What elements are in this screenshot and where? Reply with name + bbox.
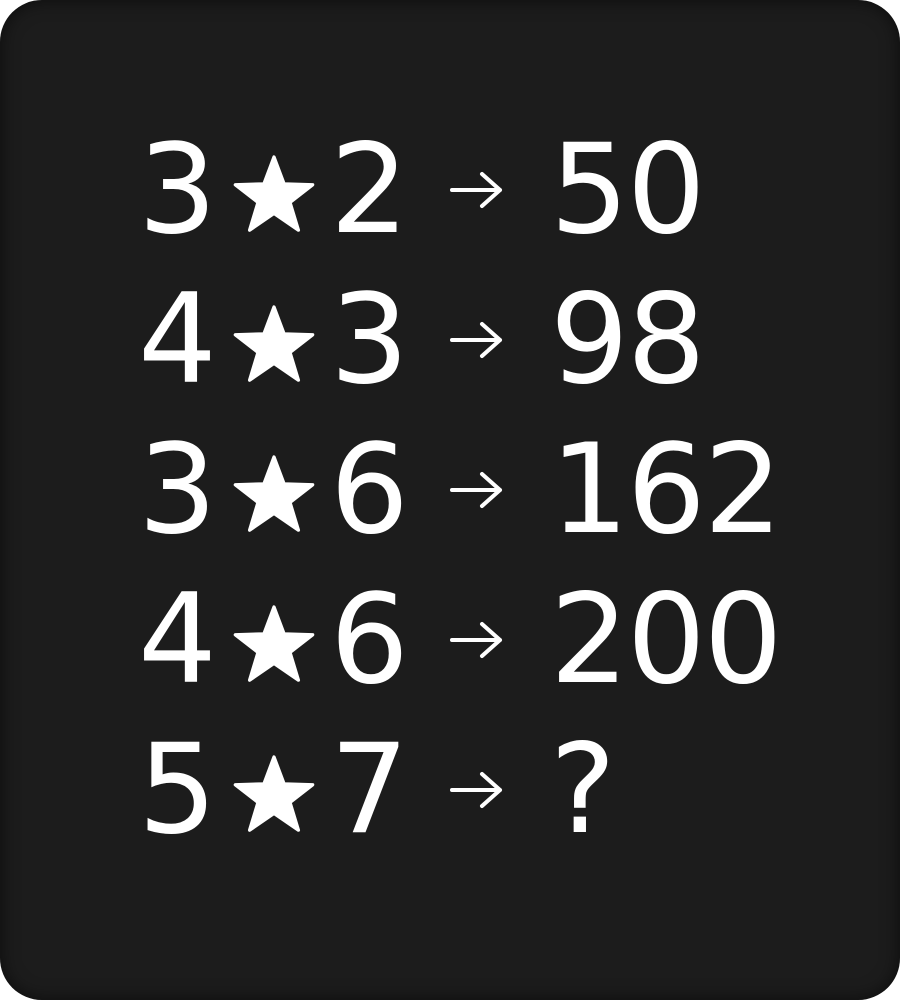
result-value: 98 <box>550 268 706 412</box>
star-icon <box>232 752 316 836</box>
left-operand: 5 <box>138 718 217 862</box>
right-arrow-icon <box>448 468 506 512</box>
result-value: 50 <box>550 118 706 262</box>
equation-row-2: 4 3 98 <box>0 268 900 412</box>
equation-row-1: 3 2 50 <box>0 118 900 262</box>
star-icon <box>232 152 316 236</box>
star-icon <box>232 602 316 686</box>
right-operand: 2 <box>330 118 409 262</box>
result-value: ? <box>550 718 616 862</box>
right-arrow-icon <box>448 318 506 362</box>
result-value: 200 <box>550 568 783 712</box>
right-operand: 7 <box>330 718 409 862</box>
left-operand: 3 <box>138 118 217 262</box>
left-operand: 4 <box>138 268 217 412</box>
right-arrow-icon <box>448 768 506 812</box>
equation-row-5: 5 7 ? <box>0 718 900 862</box>
left-operand: 4 <box>138 568 217 712</box>
puzzle-card: 3 2 50 4 3 98 3 6 162 4 6 200 5 7 ? <box>0 0 900 1000</box>
star-icon <box>232 452 316 536</box>
right-arrow-icon <box>448 168 506 212</box>
left-operand: 3 <box>138 418 217 562</box>
equation-row-4: 4 6 200 <box>0 568 900 712</box>
result-value: 162 <box>550 418 783 562</box>
star-icon <box>232 302 316 386</box>
right-operand: 6 <box>330 568 409 712</box>
right-arrow-icon <box>448 618 506 662</box>
right-operand: 3 <box>330 268 409 412</box>
equation-row-3: 3 6 162 <box>0 418 900 562</box>
right-operand: 6 <box>330 418 409 562</box>
